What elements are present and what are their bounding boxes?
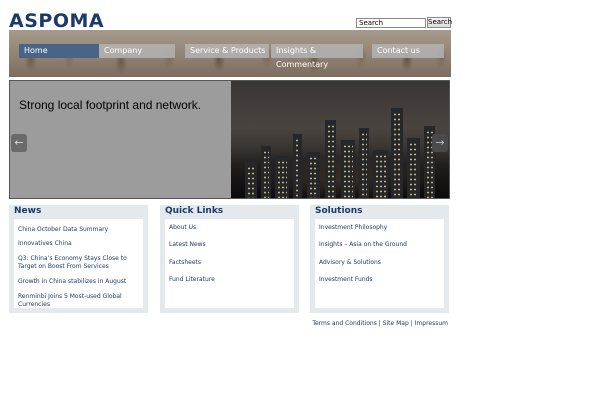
skyline-building: [407, 138, 420, 198]
footer-link-terms[interactable]: Terms and Conditions: [312, 320, 377, 327]
news-item[interactable]: Q3: China’s Economy Stays Close to Targe…: [18, 255, 140, 271]
quick-link-item[interactable]: About Us: [169, 224, 291, 232]
nav-contact-us[interactable]: Contact us: [372, 44, 444, 58]
footer-link-sitemap[interactable]: Site Map: [383, 320, 409, 327]
solutions-list: Investment Philosophy Insights – Asia on…: [315, 219, 444, 308]
footer-links: Terms and Conditions | Site Map | Impres…: [312, 320, 448, 327]
image-slider: Strong local footprint and network. ← →: [9, 80, 450, 199]
news-item[interactable]: China October Data Summary: [18, 226, 140, 234]
skyline-building: [293, 134, 302, 198]
slide-headline: Strong local footprint and network.: [19, 98, 202, 112]
quick-links-title: Quick Links: [165, 206, 224, 216]
quick-link-item[interactable]: Latest News: [169, 241, 291, 249]
skyline-building: [373, 150, 388, 198]
nav-company[interactable]: Company: [99, 44, 175, 58]
solution-item[interactable]: Investment Philosophy: [319, 224, 441, 232]
news-title: News: [14, 206, 42, 216]
skyline-building: [391, 108, 403, 198]
footer-link-impressum[interactable]: Impressum: [415, 320, 448, 327]
solution-item[interactable]: Insights – Asia on the Ground: [319, 241, 441, 249]
slide-photo-city-skyline: [231, 81, 449, 198]
news-list: China October Data Summary Innovatives C…: [14, 219, 143, 308]
solutions-title: Solutions: [315, 206, 363, 216]
news-box: News China October Data Summary Innovati…: [9, 205, 148, 313]
arrow-right-icon[interactable]: →: [432, 134, 448, 152]
skyline-building: [341, 140, 355, 198]
skyline-building: [261, 146, 271, 198]
news-item[interactable]: Growth in China stabilizes in August: [18, 278, 140, 286]
quick-link-item[interactable]: Fund Literature: [169, 276, 291, 284]
skyline-building: [245, 162, 257, 198]
logo[interactable]: ASPOMA: [9, 10, 104, 32]
skyline-building: [307, 152, 320, 198]
search-input[interactable]: [356, 18, 426, 28]
news-item[interactable]: Innovatives China: [18, 240, 140, 248]
solutions-box: Solutions Investment Philosophy Insights…: [310, 205, 449, 313]
solution-item[interactable]: Investment Funds: [319, 276, 441, 284]
nav-home[interactable]: Home: [19, 44, 99, 58]
quick-links-list: About Us Latest News Factsheets Fund Lit…: [165, 219, 294, 308]
quick-links-box: Quick Links About Us Latest News Factshe…: [160, 205, 299, 313]
skyline-building: [325, 120, 336, 198]
quick-link-item[interactable]: Factsheets: [169, 259, 291, 267]
news-item[interactable]: Renminbi Joins 5 Most-used Global Curren…: [18, 293, 140, 309]
solution-item[interactable]: Advisory & Solutions: [319, 259, 441, 267]
nav-services-products[interactable]: Service & Products: [185, 44, 269, 58]
skyline-building: [359, 128, 369, 198]
banner: Home Company Service & Products Insights…: [9, 30, 451, 77]
skyline-building: [275, 156, 289, 198]
nav-insights-commentary[interactable]: Insights & Commentary: [271, 44, 363, 69]
search-button[interactable]: Search: [427, 17, 452, 28]
arrow-left-icon[interactable]: ←: [11, 134, 27, 152]
